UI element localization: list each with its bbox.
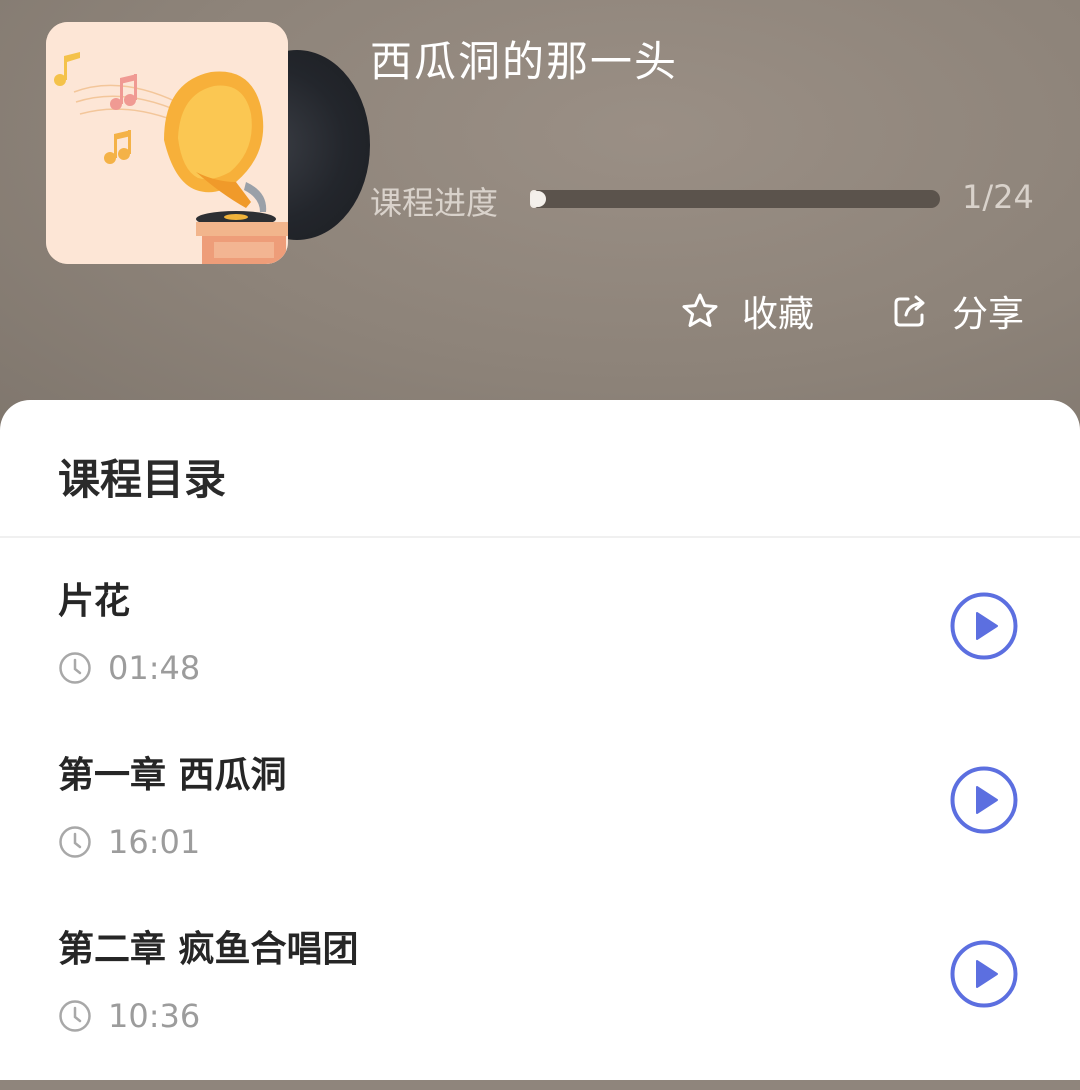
progress-bar bbox=[530, 190, 940, 208]
progress-knob bbox=[530, 191, 546, 207]
share-icon bbox=[890, 291, 930, 331]
play-button[interactable] bbox=[950, 592, 1018, 660]
divider bbox=[0, 536, 1080, 538]
star-outline-icon bbox=[680, 291, 720, 331]
gramophone-cover-image bbox=[46, 22, 288, 264]
play-icon bbox=[950, 592, 1018, 660]
lesson-title: 第二章 疯鱼合唱团 bbox=[58, 929, 359, 970]
favorite-label: 收藏 bbox=[742, 294, 815, 335]
progress-label: 课程进度 bbox=[370, 184, 499, 222]
catalog-title: 课程目录 bbox=[58, 455, 227, 504]
lesson-item[interactable]: 片花 01:48 bbox=[0, 572, 1080, 742]
lesson-item[interactable]: 第一章 西瓜洞 16:01 bbox=[0, 746, 1080, 916]
share-label: 分享 bbox=[952, 294, 1025, 335]
share-button[interactable]: 分享 bbox=[890, 285, 1024, 337]
course-title: 西瓜洞的那一头 bbox=[370, 37, 679, 86]
play-icon bbox=[950, 940, 1018, 1008]
duration-text: 01:48 bbox=[108, 649, 201, 687]
gramophone-illustration-icon bbox=[46, 22, 288, 264]
clock-icon bbox=[58, 999, 92, 1033]
duration-text: 10:36 bbox=[108, 997, 201, 1035]
lesson-title: 片花 bbox=[58, 581, 131, 622]
clock-icon bbox=[58, 651, 92, 685]
clock-icon bbox=[58, 825, 92, 859]
lesson-item[interactable]: 第二章 疯鱼合唱团 10:36 bbox=[0, 920, 1080, 1090]
lesson-title: 第一章 西瓜洞 bbox=[58, 755, 287, 796]
course-catalog-panel: 课程目录 片花 01:48 第一章 西瓜洞 16:01 第二章 疯鱼合唱团 10… bbox=[0, 400, 1080, 1080]
play-button[interactable] bbox=[950, 940, 1018, 1008]
favorite-button[interactable]: 收藏 bbox=[680, 285, 814, 337]
lesson-duration: 10:36 bbox=[58, 996, 200, 1036]
lesson-duration: 16:01 bbox=[58, 822, 200, 862]
play-button[interactable] bbox=[950, 766, 1018, 834]
lesson-duration: 01:48 bbox=[58, 648, 200, 688]
progress-count: 1/24 bbox=[962, 178, 1034, 216]
course-header: 西瓜洞的那一头 课程进度 1/24 收藏 分享 bbox=[0, 0, 1080, 440]
duration-text: 16:01 bbox=[108, 823, 201, 861]
play-icon bbox=[950, 766, 1018, 834]
course-cover bbox=[46, 22, 370, 266]
